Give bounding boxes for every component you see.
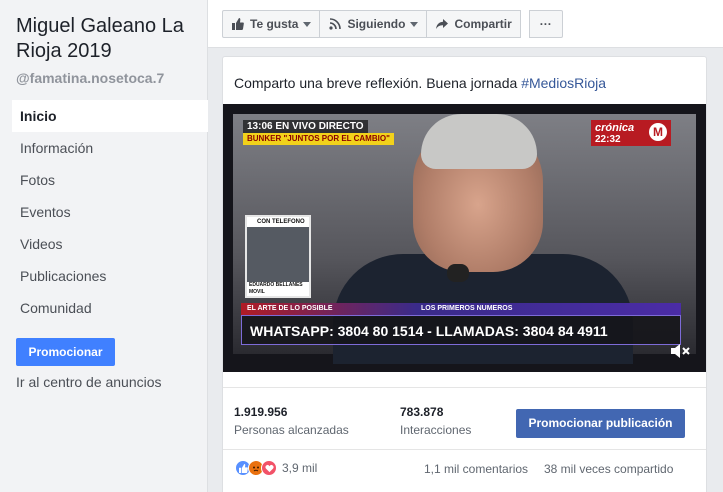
channel-time: 22:32 (595, 134, 621, 145)
reach-value: 1.919.956 (234, 405, 288, 419)
video-player[interactable]: 13:06 EN VIVO DIRECTO BUNKER "JUNTOS POR… (223, 104, 706, 372)
page-handle[interactable]: @famatina.nosetoca.7 (16, 70, 164, 86)
like-label: Te gusta (250, 17, 299, 31)
page-sidebar: Miguel Galeano La Rioja 2019 @famatina.n… (0, 0, 208, 492)
follow-button[interactable]: Siguiendo (319, 10, 428, 38)
ticker-right-text: LOS PRIMEROS NUMEROS (421, 305, 513, 312)
divider (223, 387, 706, 388)
page-action-bar: Te gusta Siguiendo Compartir ··· (208, 0, 723, 48)
interactions-stat: 783.878 Interacciones (400, 405, 471, 437)
reaction-summary[interactable]: 3,9 mil (235, 460, 317, 476)
sidebar-nav: Inicio Información Fotos Eventos Videos … (12, 100, 208, 324)
channel-m-icon: M (649, 123, 667, 141)
channel-name: crónica (595, 122, 635, 134)
boost-post-button[interactable]: Promocionar publicación (516, 409, 685, 438)
reach-stat: 1.919.956 Personas alcanzadas (234, 405, 349, 437)
post-text: Comparto una breve reflexión. Buena jorn… (234, 75, 606, 91)
interactions-value: 783.878 (400, 405, 444, 419)
ticker-main: WHATSAPP: 3804 80 1514 - LLAMADAS: 3804 … (241, 315, 681, 345)
speaker-hair (421, 114, 537, 169)
promote-button[interactable]: Promocionar (16, 338, 115, 366)
more-options-button[interactable]: ··· (528, 10, 563, 38)
interactions-label: Interacciones (400, 423, 472, 437)
sidebar-item-videos[interactable]: Videos (12, 228, 208, 260)
divider (223, 449, 706, 450)
reach-label: Personas alcanzadas (234, 423, 349, 437)
ticker-top: EL ARTE DE LO POSIBLE LOS PRIMEROS NUMER… (241, 303, 681, 315)
rss-icon (328, 17, 342, 31)
microphone-icon (447, 264, 469, 282)
follow-label: Siguiendo (347, 17, 406, 31)
action-button-group: Te gusta Siguiendo Compartir ··· (222, 10, 563, 38)
phone-inset: CON TELEFONO EDUARDO BELLANES MOVIL (245, 215, 311, 298)
ads-center-link[interactable]: Ir al centro de anuncios (16, 374, 162, 390)
inset-header: CON TELEFONO (247, 217, 309, 227)
share-label: Compartir (454, 17, 512, 31)
comments-count[interactable]: 1,1 mil comentarios (424, 462, 528, 476)
speaker-muted-icon[interactable] (670, 342, 692, 360)
sidebar-item-fotos[interactable]: Fotos (12, 164, 208, 196)
inset-caption: EDUARDO BELLANES MOVIL (247, 282, 309, 296)
sidebar-item-comunidad[interactable]: Comunidad (12, 292, 208, 324)
page-title[interactable]: Miguel Galeano La Rioja 2019 (16, 14, 201, 64)
shares-count[interactable]: 38 mil veces compartido (544, 462, 673, 476)
ticker-left-text: EL ARTE DE LO POSIBLE (247, 305, 333, 312)
chevron-down-icon (303, 21, 312, 27)
share-arrow-icon (435, 17, 449, 31)
hashtag-link[interactable]: #MediosRioja (521, 75, 606, 91)
thumbs-up-icon (231, 17, 245, 31)
post-body: Comparto una breve reflexión. Buena jorn… (234, 75, 522, 91)
sidebar-item-eventos[interactable]: Eventos (12, 196, 208, 228)
sidebar-item-inicio[interactable]: Inicio (12, 100, 208, 132)
sidebar-item-publicaciones[interactable]: Publicaciones (12, 260, 208, 292)
like-page-button[interactable]: Te gusta (222, 10, 321, 38)
chevron-down-icon (410, 21, 419, 27)
live-banner: 13:06 EN VIVO DIRECTO (243, 120, 368, 133)
sidebar-item-informacion[interactable]: Información (12, 132, 208, 164)
post-card: Comparto una breve reflexión. Buena jorn… (222, 56, 707, 492)
channel-logo: crónica 22:32 M (591, 120, 671, 146)
reactions-count: 3,9 mil (282, 461, 318, 475)
love-reaction-icon (261, 460, 277, 476)
live-subtitle: BUNKER "JUNTOS POR EL CAMBIO" (243, 133, 394, 145)
share-button[interactable]: Compartir (426, 10, 521, 38)
